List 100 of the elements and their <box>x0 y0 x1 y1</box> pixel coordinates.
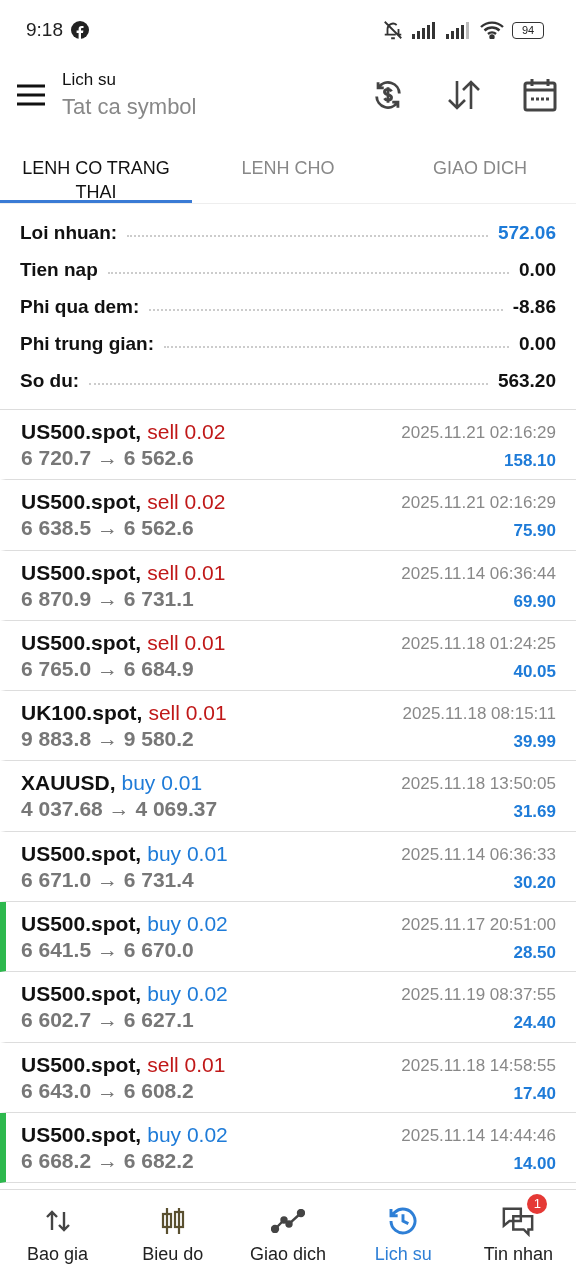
summary-label: So du: <box>20 369 80 392</box>
summary-label: Loi nhuan: <box>20 221 118 244</box>
deal-prices: 9 883.8 → 9 580.2 <box>21 727 194 752</box>
deal-time: 2025.11.18 14:58:55 <box>401 1055 556 1076</box>
deal-profit: 28.50 <box>513 943 556 964</box>
deal-order: buy 0.02 <box>147 1122 228 1147</box>
deal-order: sell 0.01 <box>147 1052 226 1077</box>
deal-row[interactable]: XAUUSD, buy 0.01 4 037.68 → 4 069.37 2025.11.18 13:50:05 31.69 <box>0 761 576 832</box>
deal-time: 2025.11.14 14:44:46 <box>401 1125 556 1146</box>
deal-order: buy 0.02 <box>147 982 228 1007</box>
deal-time: 2025.11.18 01:24:25 <box>401 633 556 654</box>
line-graph-icon <box>271 1208 305 1233</box>
deal-row[interactable]: US500.spot, sell 0.01 6 765.0 → 6 684.9 2025.11.18 01:24:25 40.05 <box>0 620 576 692</box>
unread-badge: 1 <box>527 1193 548 1214</box>
screen-title: Lich su <box>62 70 117 90</box>
deal-symbol: US500.spot, <box>21 912 142 937</box>
deal-order: buy 0.01 <box>121 771 203 796</box>
deal-symbol: US500.spot, <box>21 1052 142 1077</box>
deal-prices: 6 671.0 → 6 731.4 <box>21 867 194 892</box>
deal-row[interactable]: US500.spot, buy 0.02 6 641.5 → 6 670.0 2025.11.17 20:51:00 28.50 <box>0 902 576 973</box>
deal-prices: 6 643.0 → 6 608.2 <box>21 1078 194 1103</box>
wifi-icon <box>480 21 504 39</box>
candlestick-icon <box>159 1206 186 1235</box>
summary-value: 563.20 <box>497 369 556 392</box>
chat-bubbles-icon <box>501 1204 536 1237</box>
calendar-icon <box>522 77 558 113</box>
nav-tab[interactable]: Giao dich <box>230 1190 346 1280</box>
deal-order: sell 0.02 <box>147 420 226 444</box>
tab[interactable]: GIAO DICH <box>384 130 576 203</box>
summary-value: 0.00 <box>519 258 556 281</box>
deal-prices: 6 870.9 → 6 731.1 <box>21 586 194 611</box>
deal-symbol: XAUUSD, <box>21 771 116 796</box>
clock-time: 9:18 <box>26 19 63 41</box>
deal-order: sell 0.01 <box>147 630 226 655</box>
battery-level: 94 <box>512 21 544 39</box>
deal-time: 2025.11.14 06:36:33 <box>401 844 556 865</box>
deal-symbol: US500.spot, <box>21 490 142 515</box>
deal-time: 2025.11.17 20:51:00 <box>401 915 556 936</box>
deal-symbol: US500.spot, <box>21 560 142 585</box>
summary-value: -8.86 <box>512 295 556 318</box>
deal-profit: 17.40 <box>513 1083 556 1104</box>
deal-profit: 30.20 <box>513 872 556 893</box>
up-down-arrows-icon <box>44 1208 71 1233</box>
deal-prices: 6 602.7 → 6 627.1 <box>21 1008 194 1033</box>
deal-profit: 40.05 <box>513 661 556 682</box>
deal-profit: 158.10 <box>504 451 556 471</box>
deal-time: 2025.11.18 08:15:11 <box>402 704 556 725</box>
summary-value: 572.06 <box>497 221 556 244</box>
deal-row[interactable]: US500.spot, buy 0.02 6 602.7 → 6 627.1 2025.11.19 08:37:55 24.40 <box>0 972 576 1043</box>
facebook-icon <box>71 21 89 39</box>
deal-order: sell 0.01 <box>148 701 227 726</box>
deal-symbol: US500.spot, <box>21 1122 142 1147</box>
menu-icon <box>17 84 45 106</box>
nav-tab[interactable]: 1 Tin nhan <box>460 1190 576 1280</box>
deal-prices: 6 765.0 → 6 684.9 <box>21 656 194 681</box>
deal-row[interactable]: US500.spot, buy 0.02 6 668.2 → 6 682.2 2025.11.14 14:44:46 14.00 <box>0 1112 576 1184</box>
nav-tab[interactable]: Lich su <box>345 1190 461 1280</box>
deal-symbol: UK100.spot, <box>21 701 143 726</box>
deal-row[interactable]: US500.spot, sell 0.01 6 643.0 → 6 608.2 2025.11.18 14:58:55 17.40 <box>0 1042 576 1113</box>
deal-symbol: US500.spot, <box>21 982 142 1007</box>
deal-order: buy 0.02 <box>147 912 228 937</box>
sort-arrows-icon <box>447 79 481 111</box>
deal-time: 2025.11.21 02:16:29 <box>401 423 556 443</box>
signal-icon <box>412 21 438 39</box>
deal-time: 2025.11.18 13:50:05 <box>401 774 556 795</box>
deal-profit: 14.00 <box>513 1153 556 1174</box>
deal-profit: 69.90 <box>513 591 556 612</box>
deal-time: 2025.11.19 08:37:55 <box>401 985 556 1006</box>
deal-row[interactable]: UK100.spot, sell 0.01 9 883.8 → 9 580.2 2025.11.18 08:15:11 39.99 <box>0 691 576 762</box>
signal-icon <box>446 21 472 39</box>
deal-symbol: US500.spot, <box>21 841 142 866</box>
summary-label: Phi qua dem: <box>20 295 140 318</box>
tab[interactable]: LENH CHO <box>192 130 384 203</box>
deal-time: 2025.11.14 06:36:44 <box>401 563 556 584</box>
deal-row[interactable]: US500.spot, sell 0.02 6 638.5 → 6 562.6 2025.11.21 02:16:29 75.90 <box>0 480 576 551</box>
deal-order: sell 0.02 <box>147 490 226 515</box>
deal-row[interactable]: US500.spot, buy 0.01 6 671.0 → 6 731.4 2025.11.14 06:36:33 30.20 <box>0 831 576 903</box>
nav-tab[interactable]: Bieu do <box>115 1190 231 1280</box>
tab[interactable]: LENH CO TRANG THAI <box>0 130 192 203</box>
deal-prices: 6 641.5 → 6 670.0 <box>21 938 194 963</box>
deal-order: sell 0.01 <box>147 560 226 585</box>
deal-symbol: US500.spot, <box>21 420 142 444</box>
deal-profit: 24.40 <box>513 1013 556 1034</box>
deal-order: buy 0.01 <box>147 841 228 866</box>
deal-prices: 6 720.7 → 6 562.6 <box>21 446 194 470</box>
deal-prices: 6 638.5 → 6 562.6 <box>21 516 194 541</box>
deal-time: 2025.11.21 02:16:29 <box>401 493 556 514</box>
deal-profit: 39.99 <box>513 732 556 753</box>
deal-prices: 6 668.2 → 6 682.2 <box>21 1148 194 1173</box>
summary-value: 0.00 <box>519 332 556 355</box>
summary-label: Phi trung gian: <box>20 332 155 355</box>
bell-off-icon <box>382 19 404 41</box>
deal-row[interactable]: US500.spot, sell 0.02 6 720.7 → 6 562.6 2025.11.21 02:16:29 158.10 <box>0 410 576 481</box>
deal-prices: 4 037.68 → 4 069.37 <box>21 797 218 822</box>
symbol-filter[interactable]: Tat ca symbol <box>62 94 332 120</box>
nav-tab[interactable]: Bao gia <box>0 1190 116 1280</box>
deal-profit: 75.90 <box>513 521 556 542</box>
deal-row[interactable]: US500.spot, sell 0.01 6 870.9 → 6 731.1 2025.11.14 06:36:44 69.90 <box>0 550 576 621</box>
deal-symbol: US500.spot, <box>21 630 142 655</box>
deal-profit: 31.69 <box>513 802 556 823</box>
